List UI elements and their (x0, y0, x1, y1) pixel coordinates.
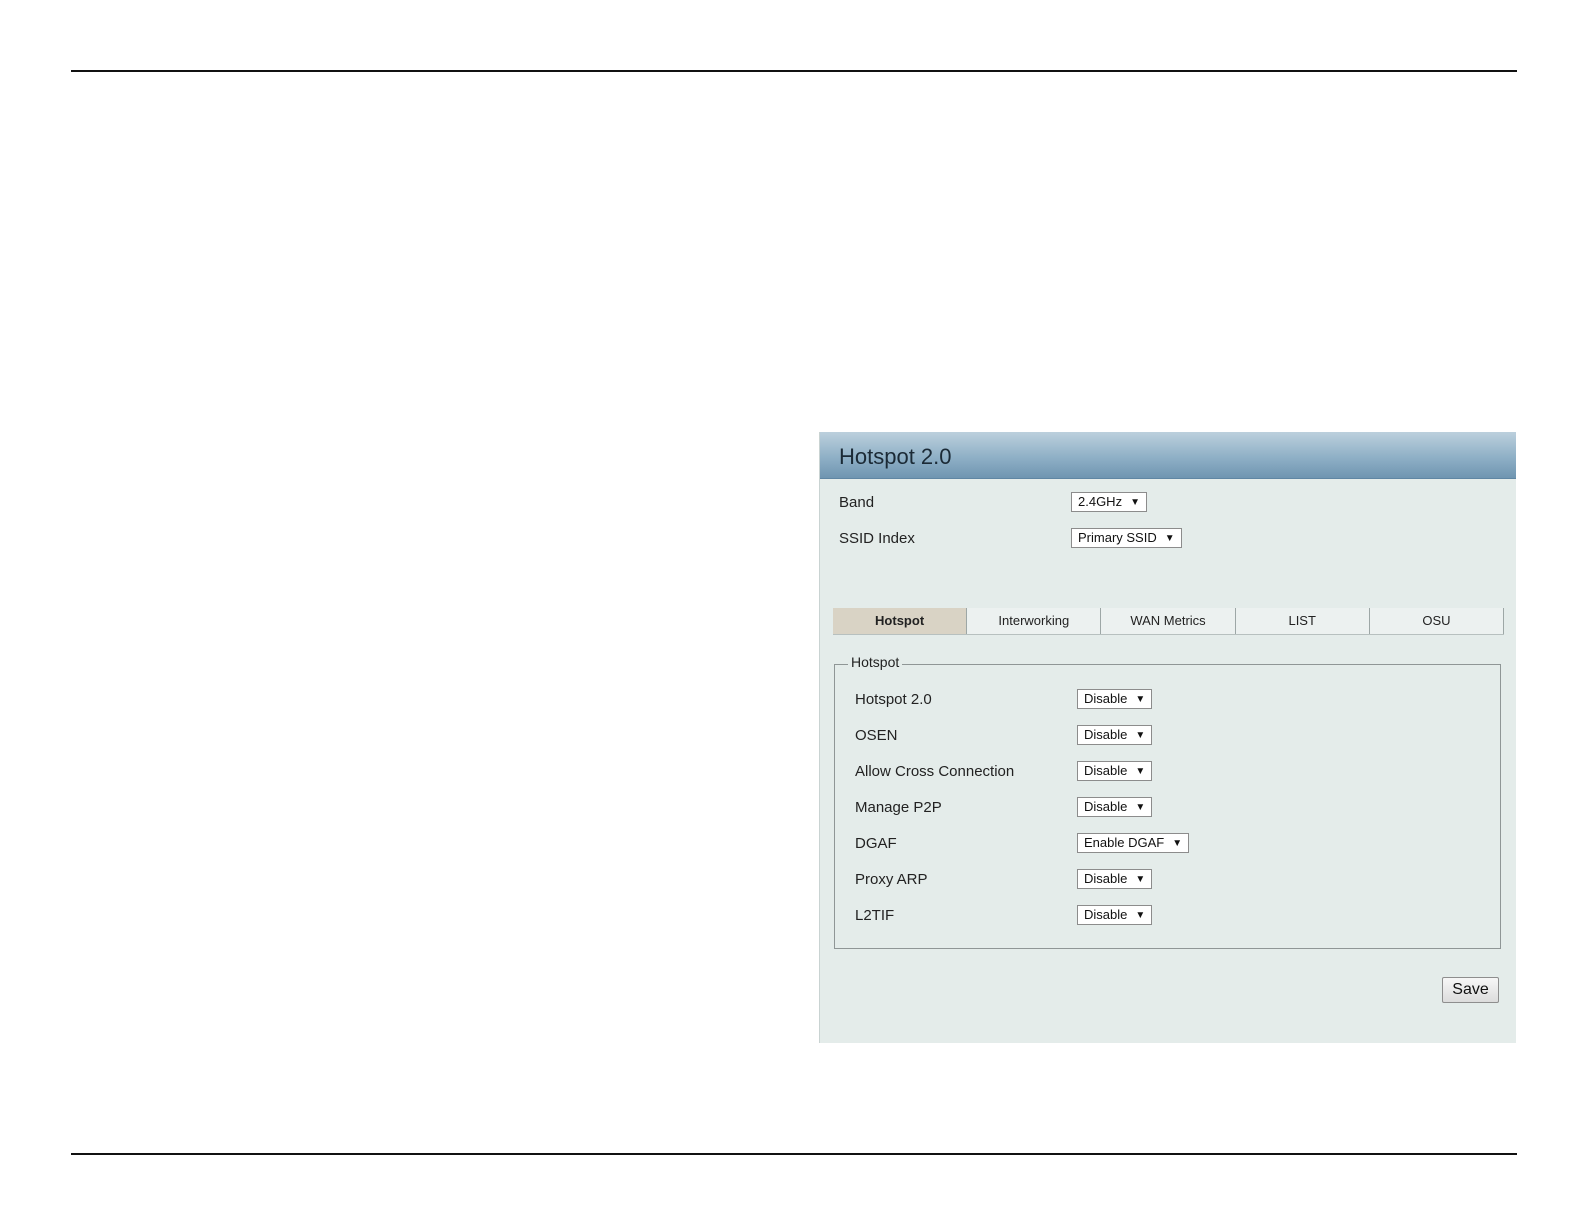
manage-p2p-select-value: Disable (1084, 799, 1128, 814)
cross-connection-label: Allow Cross Connection (855, 763, 1015, 780)
ssid-index-select-value: Primary SSID (1078, 530, 1157, 545)
dgaf-select[interactable]: Enable DGAF ▼ (1077, 833, 1190, 853)
l2tif-select-value: Disable (1084, 907, 1128, 922)
osen-select[interactable]: Disable ▼ (1077, 725, 1153, 745)
tab-bar: Hotspot Interworking WAN Metrics LIST OS… (833, 608, 1505, 635)
dgaf-select-value: Enable DGAF (1084, 835, 1165, 850)
top-rule (71, 70, 1517, 72)
chevron-down-icon: ▼ (1164, 533, 1175, 544)
chevron-down-icon: ▼ (1135, 766, 1146, 777)
band-select[interactable]: 2.4GHz ▼ (1071, 492, 1147, 512)
ssid-index-label: SSID Index (839, 530, 915, 547)
osen-row: OSEN Disable ▼ (855, 725, 1475, 749)
dgaf-label: DGAF (855, 835, 897, 852)
manage-p2p-select[interactable]: Disable ▼ (1077, 797, 1153, 817)
proxy-arp-select[interactable]: Disable ▼ (1077, 869, 1153, 889)
tab-interworking[interactable]: Interworking (967, 608, 1102, 634)
proxy-arp-select-value: Disable (1084, 871, 1128, 886)
hotspot20-select[interactable]: Disable ▼ (1077, 689, 1153, 709)
l2tif-select[interactable]: Disable ▼ (1077, 905, 1153, 925)
tab-hotspot[interactable]: Hotspot (833, 608, 968, 634)
chevron-down-icon: ▼ (1135, 730, 1146, 741)
hotspot-fieldset: Hotspot Hotspot 2.0 Disable ▼ OSEN Disabl… (834, 654, 1501, 949)
l2tif-label: L2TIF (855, 907, 895, 924)
chevron-down-icon: ▼ (1135, 874, 1146, 885)
chevron-down-icon: ▼ (1135, 694, 1146, 705)
bottom-rule (71, 1153, 1517, 1155)
osen-select-value: Disable (1084, 727, 1128, 742)
band-row: Band 2.4GHz ▼ (839, 492, 1499, 516)
ssid-index-row: SSID Index Primary SSID ▼ (839, 528, 1499, 552)
chevron-down-icon: ▼ (1135, 802, 1146, 813)
hotspot20-label: Hotspot 2.0 (855, 691, 932, 708)
fieldset-legend: Hotspot (848, 654, 903, 670)
tab-list[interactable]: LIST (1235, 608, 1370, 634)
chevron-down-icon: ▼ (1172, 838, 1183, 849)
dgaf-row: DGAF Enable DGAF ▼ (855, 833, 1475, 857)
ssid-index-select[interactable]: Primary SSID ▼ (1071, 528, 1182, 548)
tab-osu[interactable]: OSU (1369, 608, 1505, 634)
l2tif-row: L2TIF Disable ▼ (855, 905, 1475, 929)
save-button[interactable]: Save (1442, 977, 1499, 1003)
chevron-down-icon: ▼ (1130, 497, 1140, 508)
cross-connection-select[interactable]: Disable ▼ (1077, 761, 1153, 781)
cross-connection-select-value: Disable (1084, 763, 1128, 778)
proxy-arp-row: Proxy ARP Disable ▼ (855, 869, 1475, 893)
hotspot-panel: Hotspot 2.0 Band 2.4GHz ▼ SSID Index Prim… (819, 432, 1516, 1043)
cross-connection-row: Allow Cross Connection Disable ▼ (855, 761, 1475, 785)
panel-title: Hotspot 2.0 (820, 432, 1516, 479)
band-select-value: 2.4GHz (1078, 494, 1123, 509)
hotspot20-row: Hotspot 2.0 Disable ▼ (855, 689, 1475, 713)
manage-p2p-row: Manage P2P Disable ▼ (855, 797, 1475, 821)
band-label: Band (839, 494, 875, 511)
proxy-arp-label: Proxy ARP (855, 871, 928, 888)
hotspot20-select-value: Disable (1084, 691, 1128, 706)
osen-label: OSEN (855, 727, 898, 744)
manage-p2p-label: Manage P2P (855, 799, 942, 816)
chevron-down-icon: ▼ (1135, 910, 1146, 921)
tab-wan-metrics[interactable]: WAN Metrics (1101, 608, 1236, 634)
